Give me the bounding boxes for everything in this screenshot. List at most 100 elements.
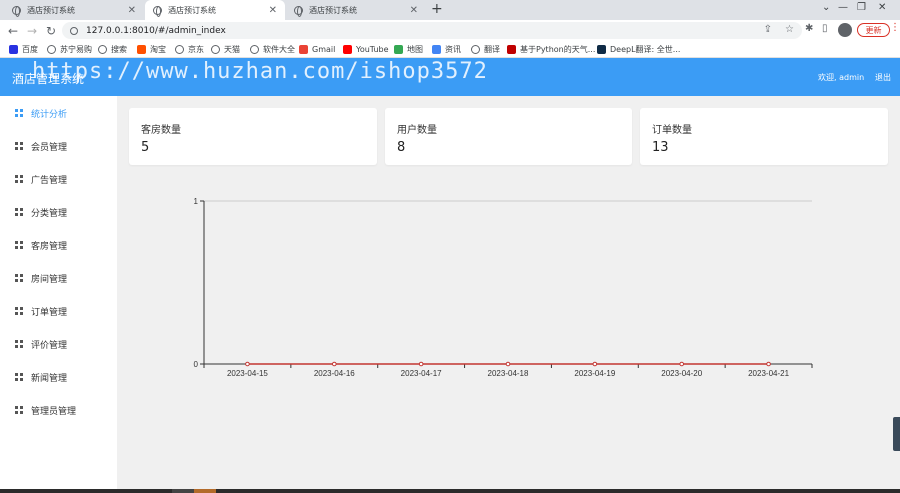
bookmark-label: 资讯 <box>445 45 461 54</box>
main-content: 客房数量 5 用户数量 8 订单数量 13 0 1 2023-04-15 2023-0… <box>117 96 900 489</box>
globe-icon <box>471 45 480 54</box>
sidebar-item[interactable]: 订单管理 <box>15 303 67 319</box>
extensions-icon[interactable]: ✱ <box>805 23 813 34</box>
data-point[interactable] <box>679 361 685 367</box>
tab-title: 酒店预订系统 <box>27 5 75 15</box>
bookmark-item[interactable]: 苏宁易购 <box>47 41 92 58</box>
profile-avatar[interactable] <box>838 23 852 37</box>
bookmark-label: 天猫 <box>224 45 240 54</box>
update-button[interactable]: 更新 <box>857 23 890 37</box>
grid-icon <box>15 406 23 414</box>
x-tick-label: 2023-04-15 <box>227 369 268 378</box>
more-menu-icon[interactable]: ⋮ <box>890 22 900 33</box>
sidebar-item-label: 广告管理 <box>31 175 68 186</box>
bookmark-item[interactable]: 搜索 <box>98 41 127 58</box>
sidebar-item[interactable]: 会员管理 <box>15 138 67 154</box>
bookmark-item[interactable]: 天猫 <box>211 41 240 58</box>
x-tick-label: 2023-04-21 <box>748 369 789 378</box>
sidebar-item[interactable]: 管理员管理 <box>15 402 76 418</box>
bookmark-label: 苏宁易购 <box>60 45 92 54</box>
bookmark-item[interactable]: 基于Python的天气... <box>507 41 595 58</box>
data-point[interactable] <box>418 361 424 367</box>
bookmark-item[interactable]: 翻译 <box>471 41 500 58</box>
sidebar: 统计分析会员管理广告管理分类管理客房管理房间管理订单管理评价管理新闻管理管理员管… <box>0 96 117 489</box>
bookmark-label: 地图 <box>407 45 423 54</box>
close-icon[interactable]: ✕ <box>410 5 418 16</box>
url-input[interactable]: 127.0.0.1:8010/#/admin_index ⇪ ☆ <box>62 22 802 39</box>
sidebar-item-label: 新闻管理 <box>31 373 68 384</box>
sidebar-item[interactable]: 客房管理 <box>15 237 67 253</box>
grid-icon <box>15 142 23 150</box>
close-window-icon[interactable]: ✕ <box>878 2 886 13</box>
taskbar-strip <box>0 489 900 493</box>
bookmark-item[interactable]: 资讯 <box>432 41 461 58</box>
bookmark-label: 软件大全 <box>263 45 295 54</box>
sidebar-item[interactable]: 广告管理 <box>15 171 67 187</box>
bookmark-label: DeepL翻译: 全世... <box>610 45 681 54</box>
browser-tab-2[interactable]: 酒店预订系统 ✕ <box>145 0 285 20</box>
bookmark-item[interactable]: YouTube <box>343 41 389 58</box>
grid-icon <box>15 274 23 282</box>
bookmark-item[interactable]: DeepL翻译: 全世... <box>597 41 680 58</box>
bookmark-item[interactable]: Gmail <box>299 41 335 58</box>
news-icon <box>432 45 441 54</box>
bookmark-label: 搜索 <box>111 45 127 54</box>
maximize-icon[interactable]: ❐ <box>857 2 866 13</box>
browser-tab-3[interactable]: 酒店预订系统 ✕ <box>286 0 426 20</box>
grid-icon <box>15 208 23 216</box>
sidebar-item-label: 订单管理 <box>31 307 68 318</box>
bookmark-label: 基于Python的天气... <box>520 45 596 54</box>
bookmark-label: 百度 <box>22 45 38 54</box>
sidebar-item[interactable]: 新闻管理 <box>15 369 67 385</box>
star-icon[interactable]: ☆ <box>785 24 794 35</box>
globe-icon <box>294 5 303 17</box>
browser-tab-1[interactable]: 酒店预订系统 ✕ <box>4 0 144 20</box>
sidebar-item[interactable]: 房间管理 <box>15 270 67 286</box>
bookmark-label: 京东 <box>188 45 204 54</box>
data-point[interactable] <box>505 361 511 367</box>
close-icon[interactable]: ✕ <box>128 5 136 16</box>
taobao-icon <box>137 45 146 54</box>
share-icon[interactable]: ⇪ <box>764 24 772 35</box>
logout-link[interactable]: 退出 <box>875 72 891 83</box>
bookmark-item[interactable]: 软件大全 <box>250 41 295 58</box>
bookmark-label: Gmail <box>312 45 336 54</box>
bookmark-item[interactable]: 地图 <box>394 41 423 58</box>
bookmark-label: YouTube <box>356 45 389 54</box>
reload-icon[interactable]: ↻ <box>46 20 56 41</box>
sidebar-item[interactable]: 分类管理 <box>15 204 67 220</box>
sidebar-item-label: 客房管理 <box>31 241 68 252</box>
x-tick-label: 2023-04-16 <box>314 369 355 378</box>
data-point[interactable] <box>331 361 337 367</box>
maps-icon <box>394 45 403 54</box>
grid-icon <box>15 241 23 249</box>
grid-icon <box>15 340 23 348</box>
chevron-down-icon[interactable]: ⌄ <box>822 2 830 13</box>
globe-icon <box>98 45 107 54</box>
side-panel-icon[interactable]: ▯ <box>822 23 828 34</box>
sidebar-item[interactable]: 评价管理 <box>15 336 67 352</box>
sidebar-item[interactable]: 统计分析 <box>15 105 67 121</box>
tab-title: 酒店预订系统 <box>309 5 357 15</box>
close-icon[interactable]: ✕ <box>269 5 277 16</box>
back-icon[interactable]: ← <box>8 20 18 41</box>
x-tick-label: 2023-04-17 <box>401 369 442 378</box>
bookmark-item[interactable]: 淘宝 <box>137 41 166 58</box>
new-tab-icon[interactable]: + <box>431 1 443 17</box>
grid-icon <box>15 109 23 117</box>
minimize-icon[interactable]: — <box>838 2 848 13</box>
welcome-text: 欢迎, admin <box>818 73 865 82</box>
grid-icon <box>15 175 23 183</box>
sidebar-item-label: 分类管理 <box>31 208 68 219</box>
forward-icon[interactable]: → <box>27 20 37 41</box>
feedback-tab[interactable] <box>893 417 900 451</box>
data-point[interactable] <box>766 361 771 367</box>
watermark: https://www.huzhan.com/ishop3572 <box>32 59 488 84</box>
address-bar-row: ← → ↻ 127.0.0.1:8010/#/admin_index ⇪ ☆ ✱… <box>0 20 900 41</box>
bookmark-item[interactable]: 百度 <box>9 41 38 58</box>
data-point[interactable] <box>592 361 598 367</box>
bookmark-item[interactable]: 京东 <box>175 41 204 58</box>
app-header: 酒店管理系统 https://www.huzhan.com/ishop3572 … <box>0 58 900 96</box>
globe-icon <box>250 45 259 54</box>
data-point[interactable] <box>245 361 250 367</box>
